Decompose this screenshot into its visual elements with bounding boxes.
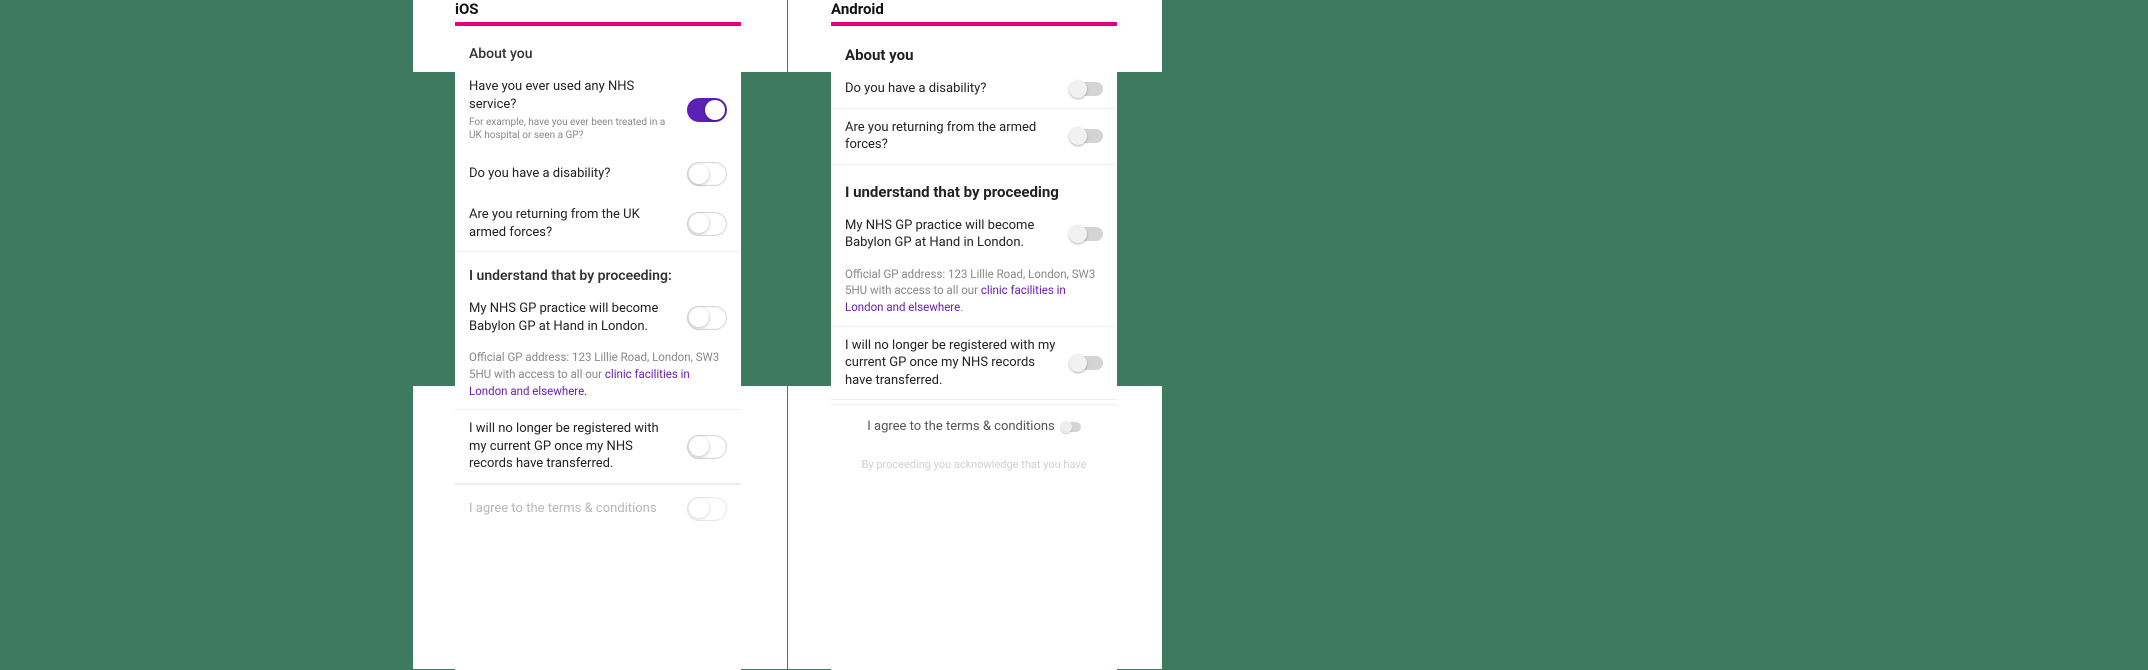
section-about-you: About you [831,34,1117,70]
platform-label-android: Android [831,0,1117,22]
toggle-gp-change[interactable] [1071,227,1103,241]
ack-text: By proceeding you acknowledge that you h… [831,448,1117,471]
row-deregister: I will no longer be registered with my c… [831,327,1117,401]
label-gp-change: My NHS GP practice will become Babylon G… [469,300,677,335]
toggle-deregister[interactable] [1071,356,1103,370]
ios-screen: About you Have you ever used any NHS ser… [455,34,741,670]
row-nhs-service: Have you ever used any NHS service? For … [455,68,741,152]
toggle-gp-change[interactable] [687,306,727,330]
toggle-disability[interactable] [687,162,727,186]
section-about-you: About you [455,34,741,68]
toggle-nhs[interactable] [687,98,727,122]
accent-bar [455,22,741,26]
gp-address-note: Official GP address: 123 Lillie Road, Lo… [455,345,741,409]
label-armed: Are you returning from the armed forces? [845,119,1061,154]
gp-address-note: Official GP address: 123 Lillie Road, Lo… [831,262,1117,326]
label-deregister: I will no longer be registered with my c… [845,337,1061,390]
label-gp-change: My NHS GP practice will become Babylon G… [845,217,1061,252]
row-disability: Do you have a disability? [455,152,741,196]
toggle-deregister[interactable] [687,435,727,459]
label-terms: I agree to the terms & conditions [469,501,677,516]
platform-label-ios: iOS [455,0,741,22]
toggle-armed[interactable] [687,212,727,236]
label-disability: Do you have a disability? [845,80,1061,98]
section-proceeding: I understand that by proceeding [831,165,1117,207]
label-disability: Do you have a disability? [469,165,677,183]
android-screen: About you Do you have a disability? Are … [831,34,1117,670]
label-armed: Are you returning from the UK armed forc… [469,206,677,241]
toggle-armed[interactable] [1071,129,1103,143]
section-proceeding: I understand that by proceeding: [455,252,741,290]
toggle-terms[interactable] [1061,422,1081,432]
toggle-disability[interactable] [1071,82,1103,96]
row-deregister: I will no longer be registered with my c… [455,410,741,484]
label-nhs: Have you ever used any NHS service? [469,78,677,113]
row-armed-forces: Are you returning from the armed forces? [831,109,1117,165]
row-terms: I agree to the terms & conditions [455,484,741,533]
accent-bar [831,22,1117,26]
row-gp-change: My NHS GP practice will become Babylon G… [455,290,741,345]
row-disability: Do you have a disability? [831,70,1117,109]
label-deregister: I will no longer be registered with my c… [469,420,677,473]
row-terms: I agree to the terms & conditions [831,404,1117,448]
label-terms: I agree to the terms & conditions [867,419,1055,434]
toggle-terms[interactable] [687,497,727,521]
row-gp-change: My NHS GP practice will become Babylon G… [831,207,1117,262]
sublabel-nhs: For example, have you ever been treated … [469,116,677,142]
gp-note-post: . [960,300,963,314]
row-armed-forces: Are you returning from the UK armed forc… [455,196,741,252]
